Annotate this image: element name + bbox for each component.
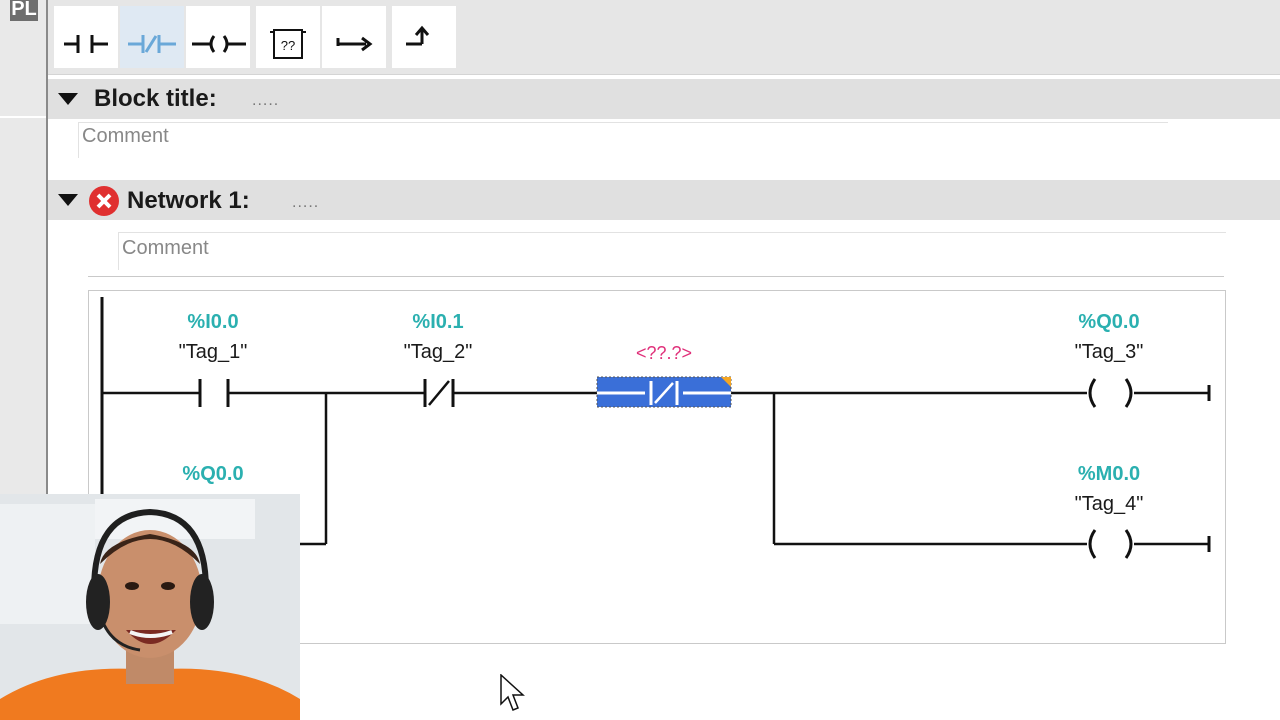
mouse-cursor-icon	[500, 674, 525, 711]
presenter-video-image	[0, 494, 300, 720]
network-comment-top-border	[118, 232, 1226, 233]
coil-icon	[192, 35, 246, 53]
coil-2-tag[interactable]: "Tag_4"	[1075, 493, 1144, 516]
empty-box-icon: ??	[270, 29, 306, 59]
normally-open-contact-button[interactable]	[54, 6, 118, 68]
open-branch-button[interactable]	[322, 6, 386, 68]
coil-2-address[interactable]: %M0.0	[1078, 463, 1140, 486]
side-panel-tab[interactable]: PL	[10, 0, 38, 21]
close-branch-icon	[406, 25, 430, 46]
coil-1-tag[interactable]: "Tag_3"	[1075, 341, 1144, 364]
network-header[interactable]: Network 1: .....	[48, 180, 1280, 220]
contact-2-tag[interactable]: "Tag_2"	[404, 341, 473, 364]
contact-3-address-placeholder[interactable]: <??.?>	[636, 343, 692, 364]
block-comment-field[interactable]: Comment	[82, 125, 169, 148]
empty-box-button[interactable]: ??	[256, 6, 320, 68]
normally-closed-contact-icon	[128, 35, 176, 53]
network-comment-field[interactable]: Comment	[122, 237, 209, 260]
contact-1-address[interactable]: %I0.0	[187, 311, 238, 334]
block-title-header[interactable]: Block title: .....	[48, 79, 1280, 119]
block-comment-top-border	[78, 122, 1168, 123]
empty-box-label: ??	[281, 38, 295, 53]
block-comment-left-border	[78, 122, 79, 158]
network-comment-left-border	[118, 232, 119, 270]
network-title-label: Network 1:	[127, 187, 250, 214]
contact-2-address[interactable]: %I0.1	[412, 311, 463, 334]
no-contact-tag-1[interactable]	[198, 379, 230, 407]
selected-nc-contact[interactable]	[596, 376, 732, 408]
block-title-label: Block title:	[94, 85, 217, 112]
block-title-value[interactable]: .....	[252, 92, 279, 110]
webcam-overlay	[0, 494, 300, 720]
open-branch-icon	[336, 36, 373, 52]
normally-open-contact-icon	[64, 35, 108, 53]
coil-button[interactable]	[186, 6, 250, 68]
side-panel-divider	[0, 116, 46, 118]
normally-closed-contact-button[interactable]	[120, 6, 184, 68]
network-comment-bottom-border	[88, 276, 1224, 277]
coil-tag-3[interactable]	[1088, 378, 1133, 408]
network-title-value[interactable]: .....	[292, 194, 319, 212]
nc-contact-tag-2[interactable]	[423, 379, 455, 407]
contact-1-tag[interactable]: "Tag_1"	[179, 341, 248, 364]
error-icon	[89, 186, 119, 216]
coil-1-address[interactable]: %Q0.0	[1078, 311, 1139, 334]
coil-tag-4[interactable]	[1088, 529, 1133, 559]
collapse-triangle-icon[interactable]	[58, 93, 78, 105]
instruction-toolbar: ??	[48, 0, 1280, 75]
collapse-triangle-icon[interactable]	[58, 194, 78, 206]
close-branch-button[interactable]	[392, 6, 456, 68]
parallel-contact-address[interactable]: %Q0.0	[182, 463, 243, 486]
